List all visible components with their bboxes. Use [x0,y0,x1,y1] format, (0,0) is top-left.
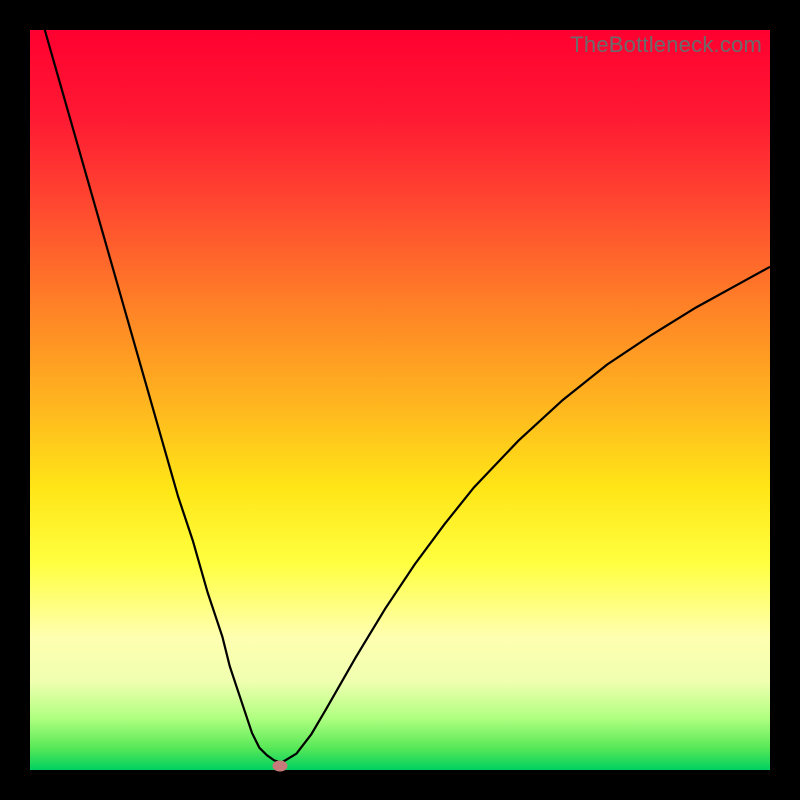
chart-container: TheBottleneck.com [0,0,800,800]
min-marker [273,760,288,771]
bottleneck-curve-path [45,30,770,763]
plot-area: TheBottleneck.com [30,30,770,770]
curve-svg [30,30,770,770]
